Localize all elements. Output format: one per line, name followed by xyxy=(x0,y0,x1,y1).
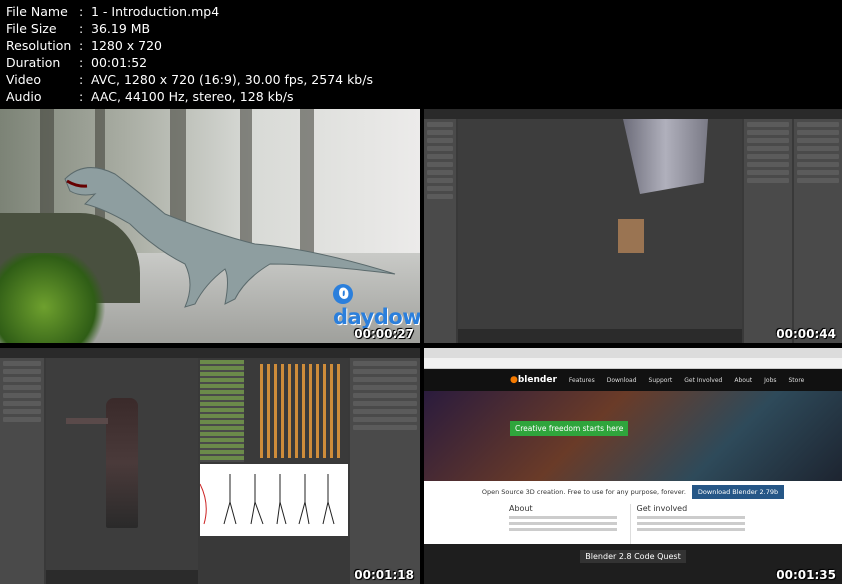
tagline-text: Open Source 3D creation. Free to use for… xyxy=(481,488,686,496)
nav-link-features[interactable]: Features xyxy=(569,377,595,384)
info-value: 36.19 MB xyxy=(91,21,151,36)
outliner-panel xyxy=(794,119,842,343)
timeline xyxy=(46,570,198,584)
info-value: 1280 x 720 xyxy=(91,38,163,53)
properties-panel xyxy=(744,119,792,343)
timestamp: 00:01:18 xyxy=(354,568,414,582)
channel-list xyxy=(200,360,244,462)
code-quest-title: Blender 2.8 Code Quest xyxy=(424,550,842,563)
thumbnail-dinosaur[interactable]: 0daydown.com 00:00:27 xyxy=(0,109,420,343)
nav-link-jobs[interactable]: Jobs xyxy=(764,377,776,384)
3d-viewport[interactable] xyxy=(46,358,198,570)
character-model xyxy=(106,398,138,528)
reference-image-walk-cycle xyxy=(199,464,348,536)
info-value: AVC, 1280 x 720 (16:9), 30.00 fps, 2574 … xyxy=(91,72,373,87)
blender-logo[interactable]: ●blender xyxy=(510,375,557,385)
tool-shelf xyxy=(0,358,44,584)
info-row: Audio: AAC, 44100 Hz, stereo, 128 kb/s xyxy=(6,88,373,105)
dope-sheet[interactable] xyxy=(200,360,348,462)
info-value: 1 - Introduction.mp4 xyxy=(91,4,220,19)
info-sep: : xyxy=(79,21,84,36)
blender-header xyxy=(424,109,842,119)
info-key: Audio xyxy=(6,89,42,104)
code-quest-text[interactable]: Blender 2.8 Code Quest xyxy=(580,550,686,563)
info-key: Resolution xyxy=(6,38,72,53)
info-key: File Name xyxy=(6,4,68,19)
thumbnail-blender-website[interactable]: ●blender Features Download Support Get I… xyxy=(424,348,842,584)
info-row: Video: AVC, 1280 x 720 (16:9), 30.00 fps,… xyxy=(6,71,373,88)
info-sep: : xyxy=(79,72,84,87)
info-sep: : xyxy=(79,4,84,19)
get-involved-column: Get involved xyxy=(636,504,758,544)
info-value: 00:01:52 xyxy=(91,55,148,70)
get-involved-heading: Get involved xyxy=(636,504,688,513)
about-column: About xyxy=(509,504,631,544)
timestamp: 00:00:27 xyxy=(354,327,414,341)
timestamp: 00:01:35 xyxy=(776,568,836,582)
nav-link-store[interactable]: Store xyxy=(789,377,805,384)
about-heading: About xyxy=(509,504,533,513)
info-key: Duration xyxy=(6,55,61,70)
thumbnail-blender-animation[interactable]: 00:01:18 xyxy=(0,348,420,584)
file-info: File Name:1 - Introduction.mp4 File Size… xyxy=(6,3,373,105)
watermark-o-icon: 0 xyxy=(333,284,353,304)
watermark-text: daydown.com xyxy=(333,305,420,329)
info-row: Resolution:1280 x 720 xyxy=(6,37,373,54)
download-button[interactable]: Download Blender 2.79b xyxy=(691,485,785,499)
properties-panel xyxy=(350,358,420,584)
info-sep: : xyxy=(79,55,84,70)
info-sep: : xyxy=(79,38,84,53)
hero-banner: Creative freedom starts here xyxy=(424,391,842,481)
timeline xyxy=(458,329,742,343)
info-key: File Size xyxy=(6,21,57,36)
thumbnail-blender-modeling[interactable]: 00:00:44 xyxy=(424,109,842,343)
3d-viewport[interactable] xyxy=(458,119,742,329)
info-value: AAC, 44100 Hz, stereo, 128 kb/s xyxy=(91,89,294,104)
info-row: Duration:00:01:52 xyxy=(6,54,373,71)
keyframes xyxy=(260,364,342,458)
info-sep: : xyxy=(79,89,84,104)
info-columns: About Get involved xyxy=(509,504,757,544)
info-row: File Name:1 - Introduction.mp4 xyxy=(6,3,373,20)
mesh-object xyxy=(623,119,708,194)
character-figure xyxy=(618,219,644,253)
character-arm xyxy=(66,418,108,424)
tool-shelf xyxy=(424,119,456,343)
browser-tab-strip xyxy=(424,348,842,358)
walk-cycle-drawing xyxy=(199,474,335,525)
tagline: Open Source 3D creation. Free to use for… xyxy=(424,485,842,499)
nav-link-download[interactable]: Download xyxy=(607,377,637,384)
nav-link-about[interactable]: About xyxy=(734,377,752,384)
site-nav: ●blender Features Download Support Get I… xyxy=(424,369,842,391)
info-key: Video xyxy=(6,72,42,87)
hero-button[interactable]: Creative freedom starts here xyxy=(510,421,629,436)
blender-header xyxy=(0,348,420,358)
watermark-logo: 0daydown.com xyxy=(333,281,420,329)
browser-address-bar[interactable] xyxy=(424,358,842,369)
info-row: File Size:36.19 MB xyxy=(6,20,373,37)
nav-link-get-involved[interactable]: Get Involved xyxy=(684,377,722,384)
logo-text: blender xyxy=(517,375,557,385)
timestamp: 00:00:44 xyxy=(776,327,836,341)
blender-logo-icon: ● xyxy=(510,375,518,385)
nav-link-support[interactable]: Support xyxy=(649,377,673,384)
